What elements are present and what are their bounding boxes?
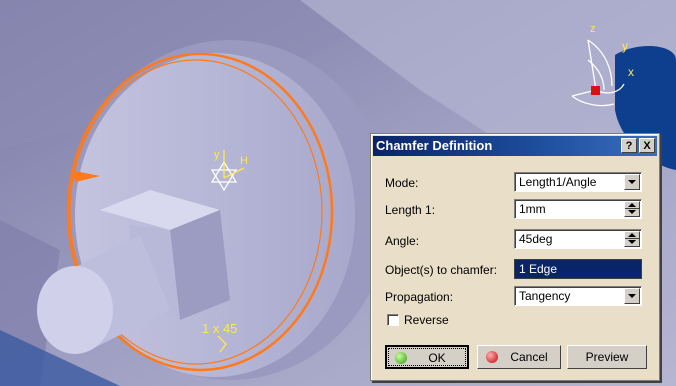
dialog-title-bar[interactable]: Chamfer Definition ? X xyxy=(373,136,657,156)
length1-input[interactable]: 1mm xyxy=(514,199,642,219)
angle-spinner-icon[interactable] xyxy=(624,231,640,247)
angle-value: 45deg xyxy=(519,232,553,246)
length1-value: 1mm xyxy=(519,202,546,216)
reverse-label: Reverse xyxy=(404,313,449,327)
help-button[interactable]: ? xyxy=(621,138,637,153)
mode-dropdown[interactable]: Length1/Angle xyxy=(514,172,642,192)
angle-label: Angle: xyxy=(385,234,420,248)
ok-button[interactable]: OK xyxy=(385,345,469,369)
reverse-checkbox[interactable] xyxy=(387,314,399,326)
axis-y-label: y xyxy=(622,39,628,53)
chamfer-definition-dialog: Chamfer Definition ? X Mode: Length1/Ang… xyxy=(370,133,660,381)
objects-to-chamfer-field[interactable]: 1 Edge xyxy=(514,259,642,279)
ok-icon xyxy=(395,352,407,364)
length1-label: Length 1: xyxy=(385,203,436,217)
propagation-value: Tangency xyxy=(519,289,571,303)
preview-button[interactable]: Preview xyxy=(567,345,647,369)
mode-label: Mode: xyxy=(385,176,419,190)
cancel-button[interactable]: Cancel xyxy=(477,345,561,369)
propagation-dropdown[interactable]: Tangency xyxy=(514,286,642,306)
axis-x-label: x xyxy=(628,65,634,79)
compass-label-h: H xyxy=(240,155,248,167)
mode-value: Length1/Angle xyxy=(519,175,597,189)
objects-label: Object(s) to chamfer: xyxy=(385,263,498,277)
chamfer-annotation: 1 x 45 xyxy=(202,321,237,336)
length1-spinner-icon[interactable] xyxy=(624,201,640,217)
chevron-down-icon[interactable] xyxy=(624,288,640,304)
close-button[interactable]: X xyxy=(639,138,655,153)
propagation-label: Propagation: xyxy=(385,290,454,304)
angle-input[interactable]: 45deg xyxy=(514,229,642,249)
compass-label-y: y xyxy=(214,149,220,161)
cancel-icon xyxy=(486,351,498,363)
dialog-title: Chamfer Definition xyxy=(376,138,493,153)
chevron-down-icon[interactable] xyxy=(624,174,640,190)
axis-z-label: z xyxy=(590,23,596,35)
